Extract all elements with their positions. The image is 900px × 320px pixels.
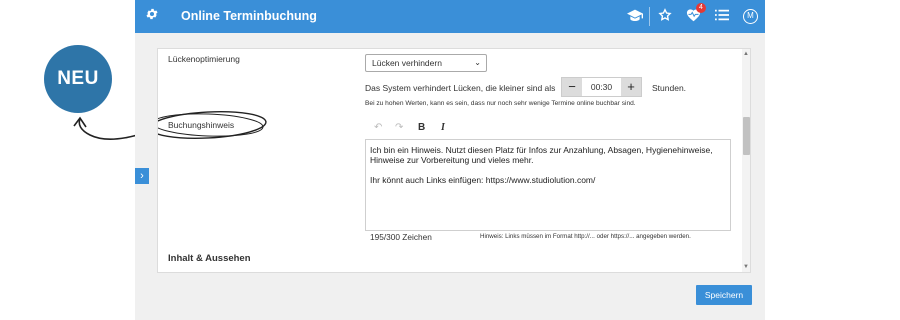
italic-button[interactable]: I [441, 122, 445, 133]
section-title-content-appearance[interactable]: Inhalt & Aussehen [168, 253, 251, 264]
gap-optimization-select[interactable]: Lücken verhindern ⌄ [365, 54, 487, 72]
app-window: Online Terminbuchung 4 M › Lückenoptimie… [135, 0, 765, 320]
booking-note-editor[interactable]: Ich bin ein Hinweis. Nutzt diesen Platz … [365, 139, 731, 231]
graduation-cap-icon [627, 8, 643, 27]
booking-note-paragraph: Ihr könnt auch Links einfügen: https://w… [370, 175, 596, 185]
settings-card: Lückenoptimierung Lücken verhindern ⌄ Da… [157, 48, 751, 273]
gap-optimization-description: Das System verhindert Lücken, die kleine… [365, 83, 556, 93]
chevron-down-icon: ⌄ [474, 58, 481, 67]
scroll-up-icon[interactable]: ▲ [743, 51, 749, 57]
notification-badge: 4 [696, 3, 706, 13]
favorites-button[interactable] [656, 7, 674, 27]
undo-icon: ↶ [374, 122, 383, 133]
bold-button[interactable]: B [418, 122, 425, 133]
list-icon [715, 8, 729, 26]
academy-button[interactable] [626, 8, 644, 26]
menu-list-button[interactable] [713, 8, 731, 26]
scrollbar[interactable]: ▲ ▼ [742, 49, 750, 272]
gear-icon [145, 7, 159, 26]
scrollbar-thumb[interactable] [743, 117, 750, 155]
decrement-button[interactable]: − [562, 78, 582, 96]
settings-button[interactable] [135, 0, 168, 33]
character-counter: 195/300 Zeichen [370, 232, 432, 242]
booking-note-label: Buchungshinweis [168, 120, 235, 130]
star-icon [658, 7, 672, 27]
top-bar: Online Terminbuchung 4 M [135, 0, 765, 33]
redo-button[interactable]: ↷ [395, 122, 403, 133]
booking-note-paragraph: Ich bin ein Hinweis. Nutzt diesen Platz … [370, 145, 713, 165]
undo-button[interactable]: ↶ [374, 122, 382, 133]
save-button[interactable]: Speichern [696, 285, 752, 305]
gap-optimization-select-value: Lücken verhindern [372, 58, 442, 68]
redo-icon: ↷ [395, 122, 404, 133]
page-title: Online Terminbuchung [181, 9, 317, 23]
increment-button[interactable]: + [621, 78, 641, 96]
gap-duration-unit: Stunden. [652, 83, 687, 93]
chevron-right-icon: › [140, 170, 144, 182]
hand-drawn-circle [158, 110, 267, 140]
gap-duration-value[interactable]: 00:30 [582, 78, 621, 96]
sidebar-expand-button[interactable]: › [135, 168, 149, 184]
new-feature-badge: NEU [44, 45, 112, 113]
toolbar-divider [649, 7, 650, 26]
link-format-hint: Hinweis: Links müssen im Format http://.… [480, 233, 691, 240]
gap-duration-stepper: − 00:30 + [561, 77, 642, 97]
user-avatar[interactable]: M [743, 9, 758, 24]
scroll-down-icon[interactable]: ▼ [743, 264, 749, 270]
gap-optimization-label: Lückenoptimierung [168, 54, 240, 64]
gap-optimization-warning: Bei zu hohen Werten, kann es sein, dass … [365, 100, 636, 107]
new-feature-badge-text: NEU [57, 68, 99, 89]
